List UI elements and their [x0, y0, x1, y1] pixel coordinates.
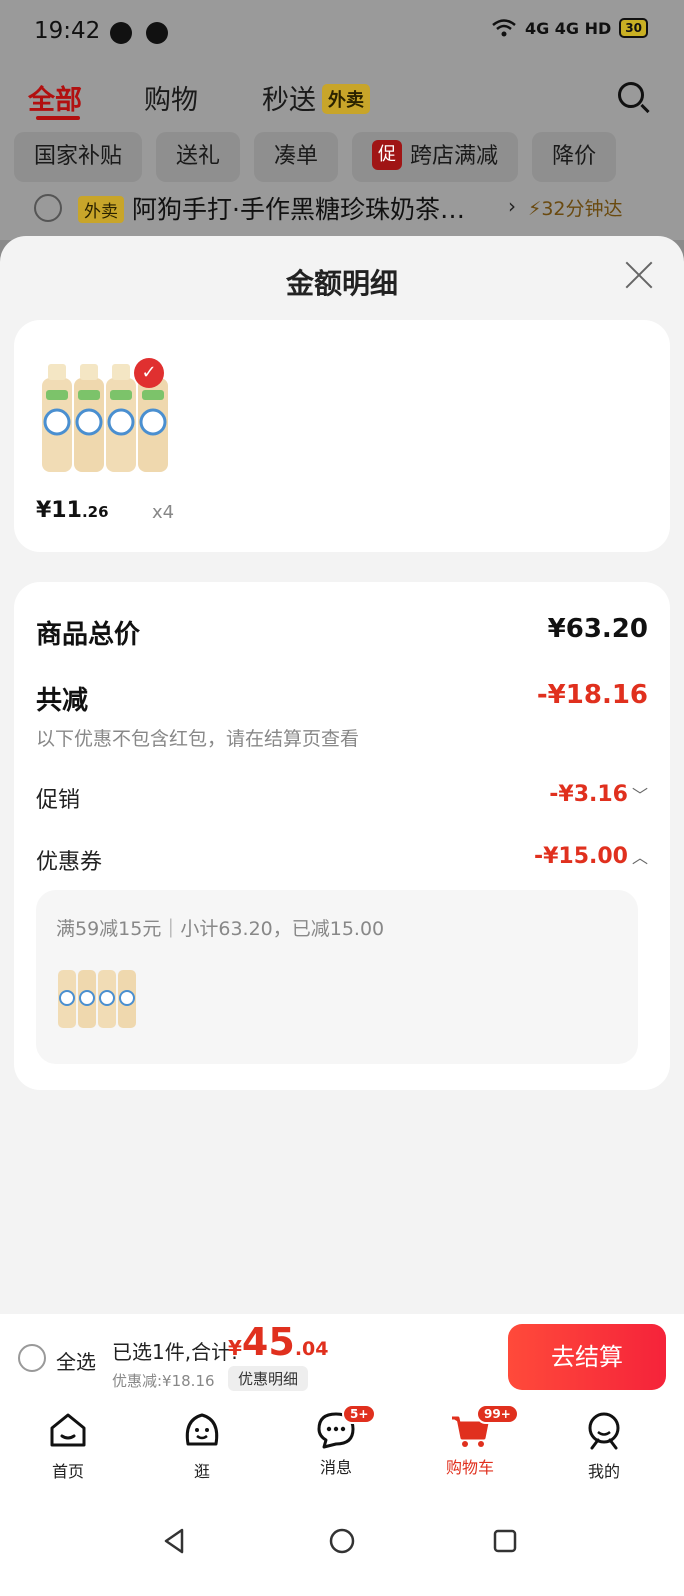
tab-messages[interactable]: 5+ 消息 [286, 1404, 386, 1478]
coupon-detail-box: 满59减15元｜小计63.20，已减15.00 [36, 890, 638, 1064]
selected-summary: 已选1件,合计: [112, 1340, 238, 1364]
sheet-title: 金额明细 [285, 267, 398, 300]
tab-browse-label: 逛 [193, 1462, 210, 1481]
delivery-eta: ⚡32分钟达 [528, 198, 623, 220]
shop-name[interactable]: 阿狗手打·手作黑糖珍珠奶茶… [132, 190, 465, 226]
chip-cross-store-label: 跨店满减 [410, 144, 499, 169]
shop-row: 外卖 阿狗手打·手作黑糖珍珠奶茶… › ⚡32分钟达 [0, 188, 684, 232]
browse-icon [185, 1413, 219, 1446]
bottom-tabbar: 首页 逛 5+ 消息 99+ 购物车 我的 [0, 1400, 684, 1492]
tab-cart[interactable]: 99+ 购物车 [420, 1404, 520, 1478]
close-icon[interactable] [624, 260, 654, 290]
wifi-icon [492, 19, 516, 37]
recent-apps-icon[interactable] [490, 1526, 520, 1556]
lightning-icon: ⚡ [528, 198, 542, 220]
chip-gift[interactable]: 送礼 [156, 132, 241, 182]
home-icon [50, 1413, 86, 1447]
tab-all[interactable]: 全部 [28, 78, 82, 117]
product-card: ✓ ¥11.26 x4 [14, 320, 670, 552]
tab-messages-label: 消息 [319, 1458, 352, 1477]
tab-browse[interactable]: 逛 [152, 1410, 252, 1482]
cart-badge: 99+ [476, 1404, 519, 1424]
product-quantity: x4 [152, 502, 175, 523]
shop-arrow-icon: › [508, 194, 516, 218]
promo-value: -¥3.16 ﹀ [549, 782, 648, 807]
checkout-button[interactable]: 去结算 [508, 1324, 666, 1390]
status-time: 19:42 [34, 18, 101, 44]
tab-profile-label: 我的 [587, 1462, 620, 1481]
discount-text: 优惠减:¥18.16 [112, 1372, 215, 1390]
selected-check-icon: ✓ [134, 358, 164, 388]
waimai-tag: 外卖 [322, 84, 370, 114]
chevron-down-icon: ﹀ [631, 786, 648, 805]
tab-cart-label: 购物车 [445, 1458, 494, 1477]
battery-icon: 30 [619, 18, 648, 38]
promo-label: 促销 [36, 788, 81, 813]
select-all-label[interactable]: 全选 [56, 1346, 96, 1375]
active-tab-underline [36, 116, 80, 120]
coupon-label: 优惠券 [36, 850, 103, 875]
discount-detail-button[interactable]: 优惠明细 [228, 1366, 309, 1391]
status-bar: 19:42 4G 4G HD 30 [0, 0, 684, 66]
filter-chips: 国家补贴 送礼 凑单 促跨店满减 降价 [14, 132, 617, 182]
tab-home-label: 首页 [51, 1462, 84, 1481]
coupon-product-thumbnail [58, 970, 136, 1028]
tab-instant-delivery[interactable]: 秒送 [262, 78, 316, 117]
product-price: ¥11.26 [36, 498, 109, 523]
notification-dot-icon [110, 22, 132, 44]
promo-badge: 促 [372, 140, 403, 170]
chip-price-drop[interactable]: 降价 [532, 132, 617, 182]
total-amount: ¥45.04 [228, 1320, 329, 1364]
top-nav: 全部 购物 秒送 外卖 [0, 72, 684, 122]
reduce-label: 共减 [36, 686, 89, 716]
tab-home[interactable]: 首页 [18, 1410, 118, 1482]
coupon-detail-text: 满59减15元｜小计63.20，已减15.00 [56, 918, 385, 940]
message-badge: 5+ [342, 1404, 377, 1424]
back-icon[interactable] [160, 1526, 190, 1556]
search-icon[interactable] [618, 82, 644, 108]
reduce-value: -¥18.16 [536, 680, 648, 710]
checkout-bar: 全选 已选1件,合计: ¥45.04 优惠减:¥18.16 优惠明细 去结算 [0, 1314, 684, 1400]
amount-detail-sheet: 金额明细 ✓ ¥11.26 x4 商品总价 ¥63.20 共减 -¥18.16 … [0, 236, 684, 1328]
chip-bundle[interactable]: 凑单 [254, 132, 339, 182]
shop-select-radio[interactable] [34, 194, 62, 222]
total-value: ¥63.20 [547, 614, 648, 644]
chevron-up-icon: ︿ [631, 848, 648, 867]
shop-waimai-tag: 外卖 [78, 196, 124, 223]
select-all-radio[interactable] [18, 1344, 46, 1372]
discount-note: 以下优惠不包含红包，请在结算页查看 [36, 728, 360, 750]
home-circle-icon[interactable] [327, 1526, 357, 1556]
tab-shopping[interactable]: 购物 [144, 78, 198, 117]
coupon-value: -¥15.00 ︿ [533, 844, 648, 869]
price-summary-card: 商品总价 ¥63.20 共减 -¥18.16 以下优惠不包含红包，请在结算页查看… [14, 582, 670, 1090]
app-notification-icon [146, 22, 168, 44]
total-label: 商品总价 [36, 620, 141, 650]
chip-cross-store[interactable]: 促跨店满减 [352, 132, 519, 182]
chip-subsidy[interactable]: 国家补贴 [14, 132, 143, 182]
profile-icon [588, 1412, 620, 1450]
tab-profile[interactable]: 我的 [554, 1410, 654, 1482]
system-nav-bar [0, 1492, 684, 1596]
network-text: 4G 4G HD [524, 18, 612, 38]
